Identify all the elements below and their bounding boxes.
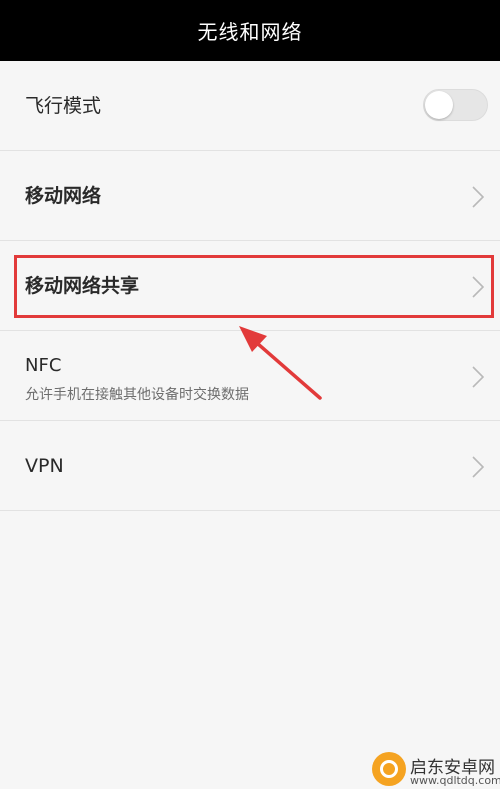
setting-vpn[interactable]: VPN xyxy=(0,421,500,511)
setting-mobile-network[interactable]: 移动网络 xyxy=(0,151,500,241)
chevron-right-icon xyxy=(472,276,485,298)
chevron-right-icon xyxy=(472,366,485,388)
watermark: 启东安卓网 www.qdltdq.com xyxy=(372,752,500,789)
setting-mobile-network-sharing[interactable]: 移动网络共享 xyxy=(0,241,500,331)
setting-airplane-mode-label: 飞行模式 xyxy=(25,95,102,117)
setting-nfc-label: NFC xyxy=(25,355,62,376)
watermark-name: 启东安卓网 xyxy=(410,758,495,778)
settings-list: 飞行模式 移动网络 移动网络共享 NFC 允许手机在接触其他设备时交换数据 VP… xyxy=(0,61,500,511)
airplane-mode-toggle[interactable] xyxy=(423,89,488,121)
setting-mobile-network-sharing-label: 移动网络共享 xyxy=(25,275,140,297)
watermark-url: www.qdltdq.com xyxy=(410,774,500,787)
title-bar: 无线和网络 xyxy=(0,0,500,61)
setting-nfc[interactable]: NFC 允许手机在接触其他设备时交换数据 xyxy=(0,331,500,421)
watermark-logo-icon xyxy=(372,752,406,786)
setting-nfc-description: 允许手机在接触其他设备时交换数据 xyxy=(25,387,249,403)
toggle-knob xyxy=(425,91,453,119)
page-title: 无线和网络 xyxy=(197,20,303,44)
chevron-right-icon xyxy=(472,186,485,208)
chevron-right-icon xyxy=(472,456,485,478)
setting-vpn-label: VPN xyxy=(25,455,64,477)
setting-mobile-network-label: 移动网络 xyxy=(25,185,102,207)
setting-airplane-mode[interactable]: 飞行模式 xyxy=(0,61,500,151)
